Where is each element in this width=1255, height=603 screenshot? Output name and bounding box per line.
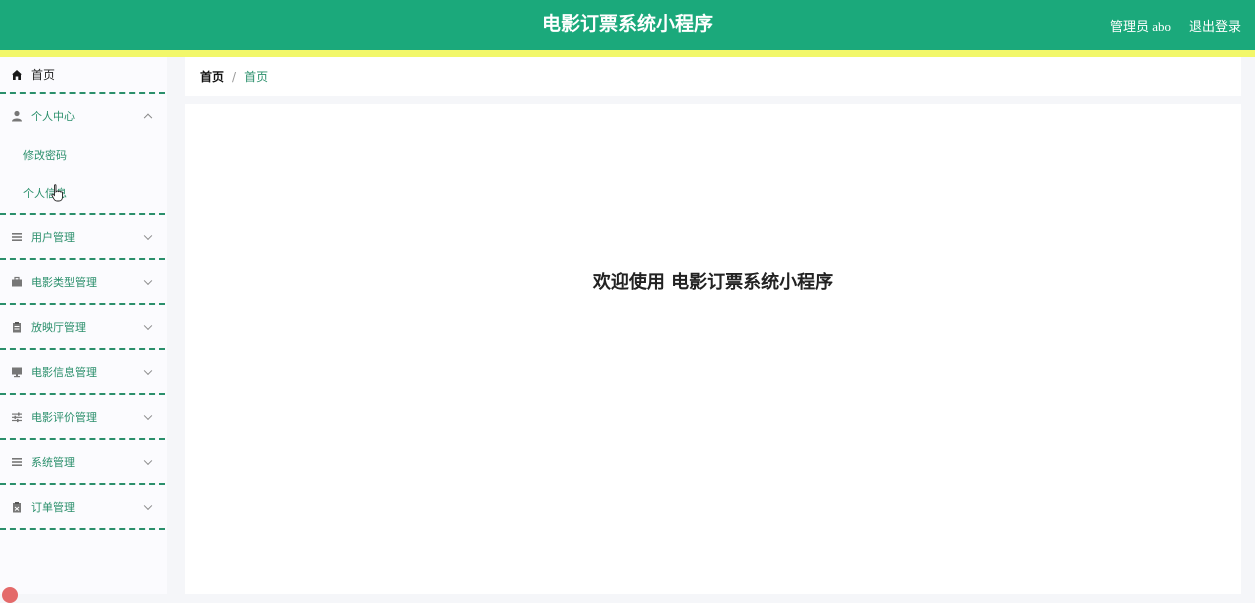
header-user-area: 管理员 abo 退出登录 xyxy=(1110,0,1241,50)
list-icon xyxy=(11,456,23,468)
sidebar-item-label: 放映厅管理 xyxy=(31,320,86,334)
chevron-down-icon xyxy=(143,501,153,510)
sidebar-item-label: 电影信息管理 xyxy=(31,365,97,379)
sidebar-item-label: 系统管理 xyxy=(31,455,75,469)
chevron-up-icon xyxy=(143,113,153,122)
app-title: 电影订票系统小程序 xyxy=(541,13,713,35)
chevron-down-icon xyxy=(143,366,153,375)
submenu-item-personal-info[interactable]: 个人信息 xyxy=(0,175,167,213)
chevron-down-icon xyxy=(143,321,153,330)
clipboard-icon xyxy=(11,321,23,333)
breadcrumb: 首页 / 首页 xyxy=(185,57,1241,96)
menu-divider xyxy=(0,528,165,530)
sidebar-item-home[interactable]: 首页 xyxy=(0,57,167,92)
user-icon xyxy=(11,110,23,122)
hand-cursor-icon xyxy=(51,184,63,202)
sidebar-item-label: 个人中心 xyxy=(31,109,75,123)
breadcrumb-separator: / xyxy=(232,69,237,84)
sidebar-item-order-management[interactable]: 订单管理 xyxy=(0,485,167,528)
chevron-down-icon xyxy=(143,276,153,285)
sidebar: 首页 个人中心 修改密码 个人信息 用户管理 电影类型管理 放映厅管理 电影信息… xyxy=(0,57,167,594)
sidebar-item-system-management[interactable]: 系统管理 xyxy=(0,440,167,483)
monitor-icon xyxy=(11,366,23,378)
chevron-down-icon xyxy=(143,231,153,240)
sidebar-item-movie-info-management[interactable]: 电影信息管理 xyxy=(0,350,167,393)
chevron-down-icon xyxy=(143,411,153,420)
sidebar-item-user-management[interactable]: 用户管理 xyxy=(0,215,167,258)
welcome-message: 欢迎使用 电影订票系统小程序 xyxy=(592,272,834,293)
chevron-down-icon xyxy=(143,456,153,465)
sidebar-item-movie-type-management[interactable]: 电影类型管理 xyxy=(0,260,167,303)
sidebar-item-label: 订单管理 xyxy=(31,500,75,514)
floating-badge[interactable] xyxy=(2,587,18,603)
clipboard-icon xyxy=(11,501,23,513)
main-content xyxy=(185,104,1241,594)
sidebar-item-label: 电影类型管理 xyxy=(31,275,97,289)
top-header: 电影订票系统小程序 管理员 abo 退出登录 xyxy=(0,0,1255,50)
sidebar-item-label: 用户管理 xyxy=(31,230,75,244)
breadcrumb-home[interactable]: 首页 xyxy=(200,68,224,85)
submenu-item-change-password[interactable]: 修改密码 xyxy=(0,137,167,175)
logout-link[interactable]: 退出登录 xyxy=(1189,16,1241,35)
sliders-icon xyxy=(11,411,23,423)
header-accent-strip xyxy=(0,50,1255,57)
home-icon xyxy=(11,69,23,81)
sidebar-item-label: 电影评价管理 xyxy=(31,410,97,424)
admin-user-label[interactable]: 管理员 abo xyxy=(1110,16,1171,35)
breadcrumb-current: 首页 xyxy=(244,70,269,84)
list-icon xyxy=(11,231,23,243)
sidebar-item-personal-center[interactable]: 个人中心 xyxy=(0,94,167,137)
sidebar-item-hall-management[interactable]: 放映厅管理 xyxy=(0,305,167,348)
sidebar-item-label: 首页 xyxy=(31,68,56,82)
sidebar-item-movie-review-management[interactable]: 电影评价管理 xyxy=(0,395,167,438)
briefcase-icon xyxy=(11,276,23,288)
